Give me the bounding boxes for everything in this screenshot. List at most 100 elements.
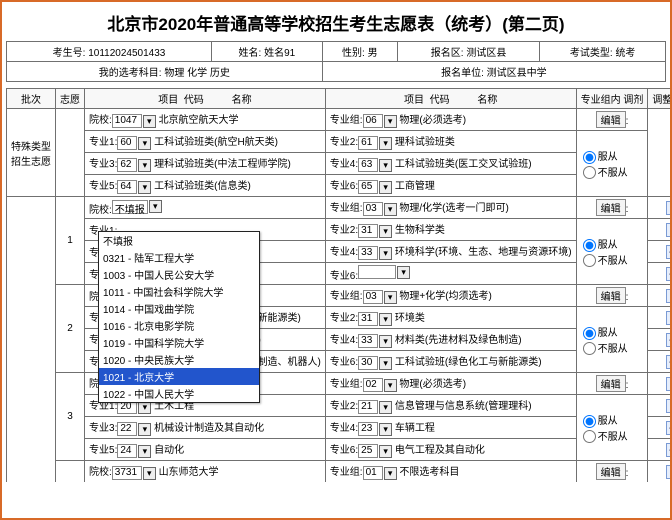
dropdown-option[interactable]: 1019 - 中国科学院大学 xyxy=(99,334,259,351)
major-input[interactable]: 31▾ xyxy=(358,312,392,326)
chevron-down-icon[interactable]: ▾ xyxy=(384,379,397,392)
dropdown-option[interactable]: 1014 - 中国戏曲学院 xyxy=(99,300,259,317)
chevron-down-icon[interactable]: ▾ xyxy=(379,445,392,458)
noobey-radio[interactable]: 不服从 xyxy=(583,256,628,267)
group-input[interactable]: 06▾ xyxy=(363,114,397,128)
major-input[interactable]: 33▾ xyxy=(358,334,392,348)
group-input[interactable]: 03▾ xyxy=(363,202,397,216)
school-input[interactable]: 1047▾ xyxy=(112,114,156,128)
hdr-name2: 名称 xyxy=(477,95,497,106)
edit-button[interactable]: 编辑 xyxy=(596,287,626,304)
remove-button[interactable]: － xyxy=(666,267,672,281)
major-input[interactable]: 22▾ xyxy=(117,422,151,436)
chevron-down-icon[interactable]: ▾ xyxy=(379,357,392,370)
chevron-down-icon[interactable]: ▾ xyxy=(379,401,392,414)
area-val: 测试区县 xyxy=(466,48,506,59)
dropdown-option[interactable]: 1016 - 北京电影学院 xyxy=(99,317,259,334)
move-down-button[interactable]: ↓ xyxy=(666,399,672,413)
dropdown-option-selected[interactable]: 1021 - 北京大学 xyxy=(99,368,259,385)
major-input[interactable]: 23▾ xyxy=(358,422,392,436)
major-input[interactable]: 64▾ xyxy=(117,180,151,194)
hdr-batch: 批次 xyxy=(7,89,56,109)
obey-radio[interactable]: 服从 xyxy=(583,152,618,163)
chevron-down-icon[interactable]: ▾ xyxy=(379,181,392,194)
school-dropdown-open[interactable]: 不填报▾ xyxy=(112,200,162,214)
move-up-button[interactable]: ↑ xyxy=(666,289,672,303)
major-input[interactable]: 65▾ xyxy=(358,180,392,194)
major-input[interactable]: 31▾ xyxy=(358,224,392,238)
chevron-down-icon[interactable]: ▾ xyxy=(384,115,397,128)
school-input[interactable]: 3731▾ xyxy=(112,466,156,480)
chevron-down-icon[interactable]: ▾ xyxy=(384,291,397,304)
add-button[interactable]: ＋ xyxy=(666,421,672,435)
major-input[interactable]: 30▾ xyxy=(358,356,392,370)
chevron-down-icon[interactable]: ▾ xyxy=(384,203,397,216)
dropdown-option[interactable]: 1022 - 中国人民大学 xyxy=(99,385,259,402)
add-button[interactable]: ＋ xyxy=(666,333,672,347)
major-input[interactable]: 60▾ xyxy=(117,136,151,150)
dropdown-option[interactable]: 1020 - 中央民族大学 xyxy=(99,351,259,368)
edit-button[interactable]: 编辑 xyxy=(596,463,626,480)
chevron-down-icon[interactable]: ▾ xyxy=(397,266,410,279)
major-input[interactable]: 62▾ xyxy=(117,158,151,172)
chevron-down-icon[interactable]: ▾ xyxy=(384,467,397,480)
edit-button[interactable]: 编辑 xyxy=(596,375,626,392)
move-up-button[interactable]: ↑ xyxy=(666,201,672,215)
move-down-button[interactable]: ↓ xyxy=(666,223,672,237)
kind-val: 统考 xyxy=(615,48,635,59)
edit-button[interactable]: 编辑 xyxy=(596,111,626,128)
chevron-down-icon[interactable]: ▾ xyxy=(379,159,392,172)
chevron-down-icon[interactable]: ▾ xyxy=(143,115,156,128)
move-up-button[interactable]: ↑ xyxy=(666,465,672,479)
move-up-button[interactable]: ↑ xyxy=(666,377,672,391)
chevron-down-icon[interactable]: ▾ xyxy=(138,423,151,436)
hdr-inobj: 专业组内 调剂 xyxy=(576,89,648,109)
chevron-down-icon[interactable]: ▾ xyxy=(379,137,392,150)
dropdown-option[interactable]: 不填报 xyxy=(99,232,259,249)
remove-button[interactable]: － xyxy=(666,355,672,369)
dropdown-option[interactable]: 1011 - 中国社会科学院大学 xyxy=(99,283,259,300)
major-input[interactable]: ▾ xyxy=(358,265,410,279)
major-input[interactable]: 33▾ xyxy=(358,246,392,260)
major-input[interactable]: 25▾ xyxy=(358,444,392,458)
move-down-button[interactable]: ↓ xyxy=(666,311,672,325)
chevron-down-icon[interactable]: ▾ xyxy=(379,225,392,238)
dropdown-option[interactable]: 0321 - 陆军工程大学 xyxy=(99,249,259,266)
school-dropdown-panel[interactable]: 不填报 0321 - 陆军工程大学 1003 - 中国人民公安大学 1011 -… xyxy=(98,231,260,403)
group-input[interactable]: 01▾ xyxy=(363,466,397,480)
special-batch: 特殊类型招生志愿 xyxy=(7,109,56,197)
sex-label: 性别 xyxy=(342,48,362,59)
noobey-radio[interactable]: 不服从 xyxy=(583,432,628,443)
obey-radio[interactable]: 服从 xyxy=(583,240,618,251)
chevron-down-icon[interactable]: ▾ xyxy=(143,467,156,480)
add-button[interactable]: ＋ xyxy=(666,245,672,259)
major-input[interactable]: 61▾ xyxy=(358,136,392,150)
chevron-down-icon[interactable]: ▾ xyxy=(379,423,392,436)
num-label: 考生号 xyxy=(53,48,83,59)
noobey-radio[interactable]: 不服从 xyxy=(583,168,628,179)
remove-button[interactable]: － xyxy=(666,443,672,457)
major-input[interactable]: 24▾ xyxy=(117,444,151,458)
chevron-down-icon[interactable]: ▾ xyxy=(149,200,162,213)
chevron-down-icon[interactable]: ▾ xyxy=(379,313,392,326)
dropdown-option[interactable]: 1003 - 中国人民公安大学 xyxy=(99,266,259,283)
major-input[interactable]: 63▾ xyxy=(358,158,392,172)
chevron-down-icon[interactable]: ▾ xyxy=(138,159,151,172)
group-input[interactable]: 02▾ xyxy=(363,378,397,392)
major-input[interactable]: 21▾ xyxy=(358,400,392,414)
edit-button[interactable]: 编辑 xyxy=(596,199,626,216)
hdr-order: 调整 顺序 xyxy=(648,89,672,109)
chevron-down-icon[interactable]: ▾ xyxy=(138,137,151,150)
chevron-down-icon[interactable]: ▾ xyxy=(138,445,151,458)
obey-radio[interactable]: 服从 xyxy=(583,328,618,339)
chevron-down-icon[interactable]: ▾ xyxy=(379,247,392,260)
noobey-radio[interactable]: 不服从 xyxy=(583,344,628,355)
slot2-num: 2 xyxy=(56,285,85,373)
obey-radio[interactable]: 服从 xyxy=(583,416,618,427)
unit-val: 测试区县中学 xyxy=(487,68,547,79)
name-label: 姓名 xyxy=(239,48,259,59)
group-input[interactable]: 03▾ xyxy=(363,290,397,304)
chevron-down-icon[interactable]: ▾ xyxy=(379,335,392,348)
subj-val: 物理 化学 历史 xyxy=(164,68,230,79)
chevron-down-icon[interactable]: ▾ xyxy=(138,181,151,194)
